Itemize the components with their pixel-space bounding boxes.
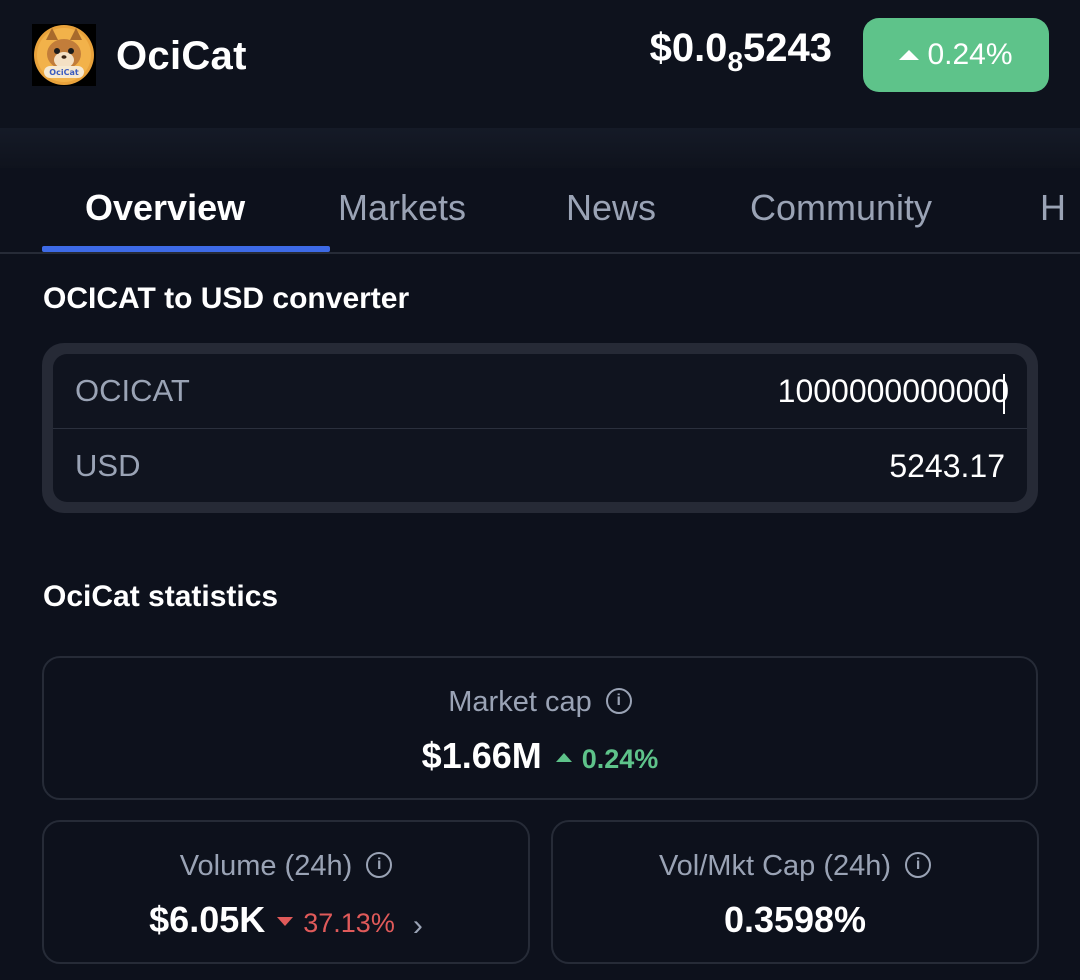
- converter-box: OCICAT 1000000000000 USD 5243.17: [42, 343, 1038, 513]
- vol-mkt-cap-label-row: Vol/Mkt Cap (24h) i: [553, 848, 1037, 884]
- coin-price: $0.085243: [650, 22, 832, 78]
- ocicat-logo: OciCat: [32, 24, 96, 86]
- market-cap-change-value: 0.24%: [581, 744, 659, 774]
- vol-mkt-cap-value-row: 0.3598%: [553, 898, 1037, 950]
- to-currency-label: USD: [75, 448, 141, 483]
- market-cap-value-row: $1.66M 0.24%: [44, 734, 1036, 786]
- chevron-right-icon[interactable]: ›: [413, 904, 423, 948]
- triangle-up-icon: [899, 50, 920, 60]
- market-cap-label-row: Market cap i: [44, 684, 1036, 720]
- market-cap-card: Market cap i $1.66M 0.24%: [42, 656, 1038, 800]
- volume-label: Volume (24h): [179, 850, 353, 882]
- tab-markets[interactable]: Markets: [338, 186, 466, 230]
- converter-to-row[interactable]: USD 5243.17: [53, 428, 1027, 502]
- market-cap-change: 0.24%: [555, 744, 659, 774]
- tab-bar: Overview Markets News Community H: [0, 168, 1080, 254]
- statistics-title: OciCat statistics: [43, 580, 279, 613]
- volume-change-value: 37.13%: [303, 908, 395, 938]
- to-amount-input[interactable]: 5243.17: [889, 447, 1005, 485]
- from-currency-label: OCICAT: [75, 373, 190, 408]
- price-zero-count: 8: [727, 46, 744, 77]
- volume-card[interactable]: Volume (24h) i $6.05K 37.13% ›: [42, 820, 530, 964]
- volume-change: 37.13%: [277, 908, 395, 938]
- tab-overview[interactable]: Overview: [85, 186, 245, 230]
- volume-label-row: Volume (24h) i: [44, 848, 528, 884]
- price-prefix: $0.0: [649, 26, 728, 70]
- coin-name: OciCat: [116, 34, 247, 78]
- volume-value: $6.05K: [149, 899, 266, 940]
- market-cap-label: Market cap: [448, 686, 592, 718]
- active-tab-indicator: [42, 246, 330, 252]
- info-icon[interactable]: i: [905, 852, 932, 879]
- price-digits: 5243: [743, 26, 832, 70]
- info-icon[interactable]: i: [366, 852, 393, 879]
- triangle-up-icon: [555, 753, 572, 763]
- vol-mkt-cap-card: Vol/Mkt Cap (24h) i 0.3598%: [551, 820, 1039, 964]
- from-amount-text: 1000000000000: [777, 373, 1009, 409]
- from-amount-input[interactable]: 1000000000000: [774, 372, 1009, 414]
- vol-mkt-cap-label: Vol/Mkt Cap (24h): [658, 850, 892, 882]
- volume-value-row: $6.05K 37.13% ›: [44, 898, 528, 950]
- triangle-down-icon: [277, 917, 294, 927]
- text-cursor: [1003, 373, 1005, 414]
- market-cap-value: $1.66M: [421, 735, 542, 776]
- vol-mkt-cap-value: 0.3598%: [723, 899, 867, 940]
- tab-community[interactable]: Community: [750, 186, 932, 230]
- coin-page: OciCat OciCat $0.085243 0.24% Overview M…: [0, 0, 1080, 980]
- price-change-badge: 0.24%: [863, 18, 1049, 92]
- converter-fields: OCICAT 1000000000000 USD 5243.17: [53, 354, 1027, 502]
- converter-title: OCICAT to USD converter: [43, 282, 410, 315]
- tab-historical[interactable]: H: [1040, 186, 1066, 230]
- svg-text:OciCat: OciCat: [49, 68, 79, 77]
- price-change-value: 0.24%: [927, 38, 1013, 71]
- header-shadow: [0, 128, 1080, 168]
- converter-from-row[interactable]: OCICAT 1000000000000: [53, 354, 1027, 428]
- coin-header: OciCat OciCat $0.085243 0.24%: [0, 0, 1080, 128]
- tab-news[interactable]: News: [566, 186, 656, 230]
- info-icon[interactable]: i: [605, 688, 632, 715]
